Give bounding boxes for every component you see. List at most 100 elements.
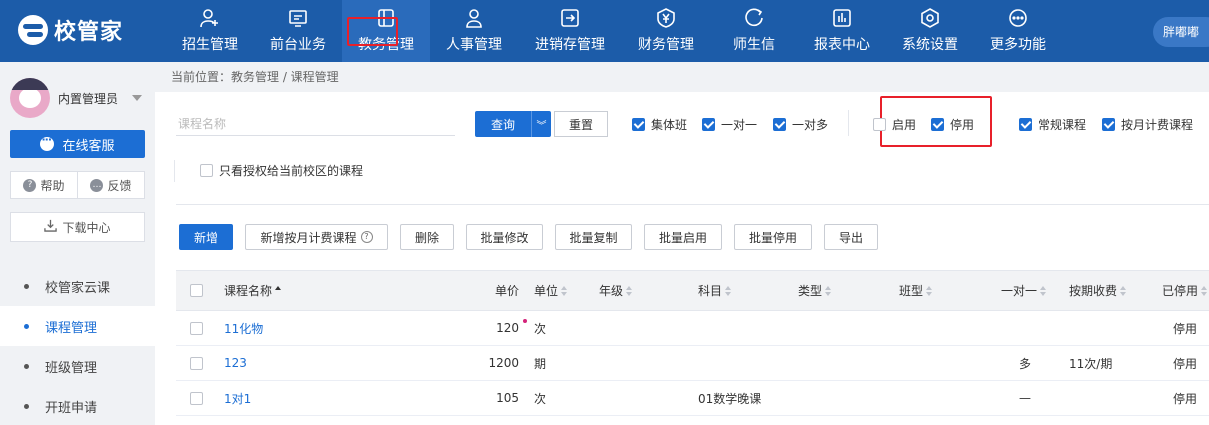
user-profile[interactable]: 内置管理员 <box>10 78 143 118</box>
checkbox[interactable] <box>1019 117 1032 131</box>
sidebar-item-class-application[interactable]: 开班申请 <box>0 386 155 425</box>
nav-item-enrollment[interactable]: 招生管理 <box>166 0 254 62</box>
filter-enabled[interactable]: 启用 <box>873 116 916 132</box>
feedback-label: 反馈 <box>107 178 132 193</box>
table-row[interactable]: 1对1 105 次 01数学晚课 — 停用 <box>176 381 1209 416</box>
col-type[interactable]: 类型 <box>798 271 832 310</box>
col-label: 类型 <box>798 284 823 298</box>
col-unit[interactable]: 单位 <box>534 271 568 310</box>
filter-monthly-course[interactable]: 按月计费课程 <box>1102 116 1193 132</box>
col-one-to-one[interactable]: 一对一 <box>1001 271 1047 310</box>
filter-one-to-one[interactable]: 一对一 <box>702 116 757 132</box>
filter-one-to-many[interactable]: 一对多 <box>773 116 828 132</box>
reset-button[interactable]: 重置 <box>554 111 608 137</box>
nav-item-hr[interactable]: 人事管理 <box>430 0 518 62</box>
more-icon <box>1008 8 1028 28</box>
sort-icon <box>1040 285 1047 296</box>
checkbox-label: 常规课程 <box>1038 117 1087 132</box>
row-checkbox[interactable] <box>190 381 203 415</box>
breadcrumb: 当前位置：教务管理 / 课程管理 <box>155 62 1209 92</box>
sort-icon <box>561 285 568 296</box>
col-period-fee[interactable]: 按期收费 <box>1069 271 1127 310</box>
col-grade[interactable]: 年级 <box>599 271 633 310</box>
chat-circle-icon <box>744 8 764 28</box>
online-service-button[interactable]: 在线客服 <box>10 130 145 158</box>
checkbox[interactable] <box>873 117 886 131</box>
sort-icon <box>1120 285 1127 296</box>
nav-item-more[interactable]: 更多功能 <box>974 0 1062 62</box>
nav-item-reports[interactable]: 报表中心 <box>798 0 886 62</box>
nav-item-settings[interactable]: 系统设置 <box>886 0 974 62</box>
col-class-type[interactable]: 班型 <box>899 271 933 310</box>
help-button[interactable]: ? 帮助 <box>11 172 77 198</box>
batch-enable-button[interactable]: 批量启用 <box>644 224 722 250</box>
one-to-one-cell: 多 <box>1019 356 1032 371</box>
brand-logo[interactable]: 校管家 <box>18 14 123 46</box>
checkbox-label: 按月计费课程 <box>1121 117 1194 132</box>
col-label: 单价 <box>494 284 519 298</box>
divider <box>176 204 1209 205</box>
sidebar-item-cloud-course[interactable]: 校管家云课 <box>0 266 155 306</box>
chevron-down-icon[interactable]: ︾ <box>531 111 551 137</box>
checkbox[interactable] <box>931 117 944 131</box>
sidebar-item-label: 开班申请 <box>45 400 98 416</box>
add-button[interactable]: 新增 <box>179 224 233 250</box>
bullet-dot <box>24 283 29 289</box>
checkbox[interactable] <box>632 117 645 131</box>
nav-label: 招生管理 <box>182 37 238 53</box>
nav-item-inventory[interactable]: 进销存管理 <box>518 0 622 62</box>
add-monthly-course-button[interactable]: 新增按月计费课程 ? <box>245 224 388 250</box>
checkbox[interactable] <box>773 117 786 131</box>
table-row[interactable]: 11化物 120 次 停用 <box>176 311 1209 346</box>
course-name-link[interactable]: 1对1 <box>224 381 251 415</box>
feedback-button[interactable]: … 反馈 <box>77 172 144 198</box>
status-cell: 停用 <box>1173 356 1198 371</box>
sidebar-item-label: 校管家云课 <box>45 280 111 296</box>
bullet-dot <box>24 363 29 369</box>
checkbox[interactable] <box>190 284 203 297</box>
checkbox[interactable] <box>190 391 203 405</box>
checkbox-label: 停用 <box>950 117 975 132</box>
query-button[interactable]: 查询 ︾ <box>475 111 551 137</box>
marker-dot <box>523 319 527 323</box>
col-disabled[interactable]: 已停用 <box>1162 271 1208 310</box>
bullet-dot <box>24 403 29 409</box>
table-row[interactable]: 123 1200 期 多 11次/期 停用 <box>176 346 1209 381</box>
filter-group-class[interactable]: 集体班 <box>632 116 687 132</box>
course-name-link[interactable]: 11化物 <box>224 311 263 345</box>
nav-item-academic[interactable]: 教务管理 <box>342 0 430 62</box>
row-checkbox[interactable] <box>190 346 203 380</box>
export-button[interactable]: 导出 <box>824 224 878 250</box>
nav-item-messages[interactable]: 师生信 <box>710 0 798 62</box>
delete-button[interactable]: 删除 <box>400 224 454 250</box>
select-all-checkbox[interactable] <box>190 271 203 310</box>
batch-disable-button[interactable]: 批量停用 <box>734 224 812 250</box>
filter-disabled[interactable]: 停用 <box>931 116 974 132</box>
checkbox[interactable] <box>702 117 715 131</box>
price-cell: 105 <box>496 391 519 405</box>
batch-copy-button[interactable]: 批量复制 <box>555 224 632 250</box>
download-center-button[interactable]: 下载中心 <box>10 212 145 242</box>
checkbox[interactable] <box>190 321 203 335</box>
nav-label: 师生信 <box>733 37 775 53</box>
nav-item-front-desk[interactable]: 前台业务 <box>254 0 342 62</box>
checkbox[interactable] <box>200 163 213 177</box>
row-checkbox[interactable] <box>190 311 203 345</box>
course-name-link[interactable]: 123 <box>224 346 247 380</box>
user-menu[interactable]: 胖嘟嘟 <box>1152 17 1209 47</box>
filter-only-authorized[interactable]: 只看授权给当前校区的课程 <box>200 162 363 178</box>
col-subject[interactable]: 科目 <box>698 271 732 310</box>
col-course-name[interactable]: 课程名称 <box>224 271 282 310</box>
checkbox[interactable] <box>190 356 203 370</box>
nav-label: 人事管理 <box>446 37 502 53</box>
checkbox[interactable] <box>1102 117 1115 131</box>
course-name-search-input[interactable] <box>176 112 455 136</box>
sidebar-item-class-management[interactable]: 班级管理 <box>0 346 155 386</box>
download-icon <box>44 219 58 235</box>
help-question-icon[interactable]: ? <box>360 231 373 243</box>
sidebar-item-course-management[interactable]: 课程管理 <box>0 306 155 346</box>
sort-asc-icon <box>275 285 282 296</box>
batch-edit-button[interactable]: 批量修改 <box>466 224 543 250</box>
filter-regular-course[interactable]: 常规课程 <box>1019 116 1086 132</box>
nav-item-finance[interactable]: 财务管理 <box>622 0 710 62</box>
